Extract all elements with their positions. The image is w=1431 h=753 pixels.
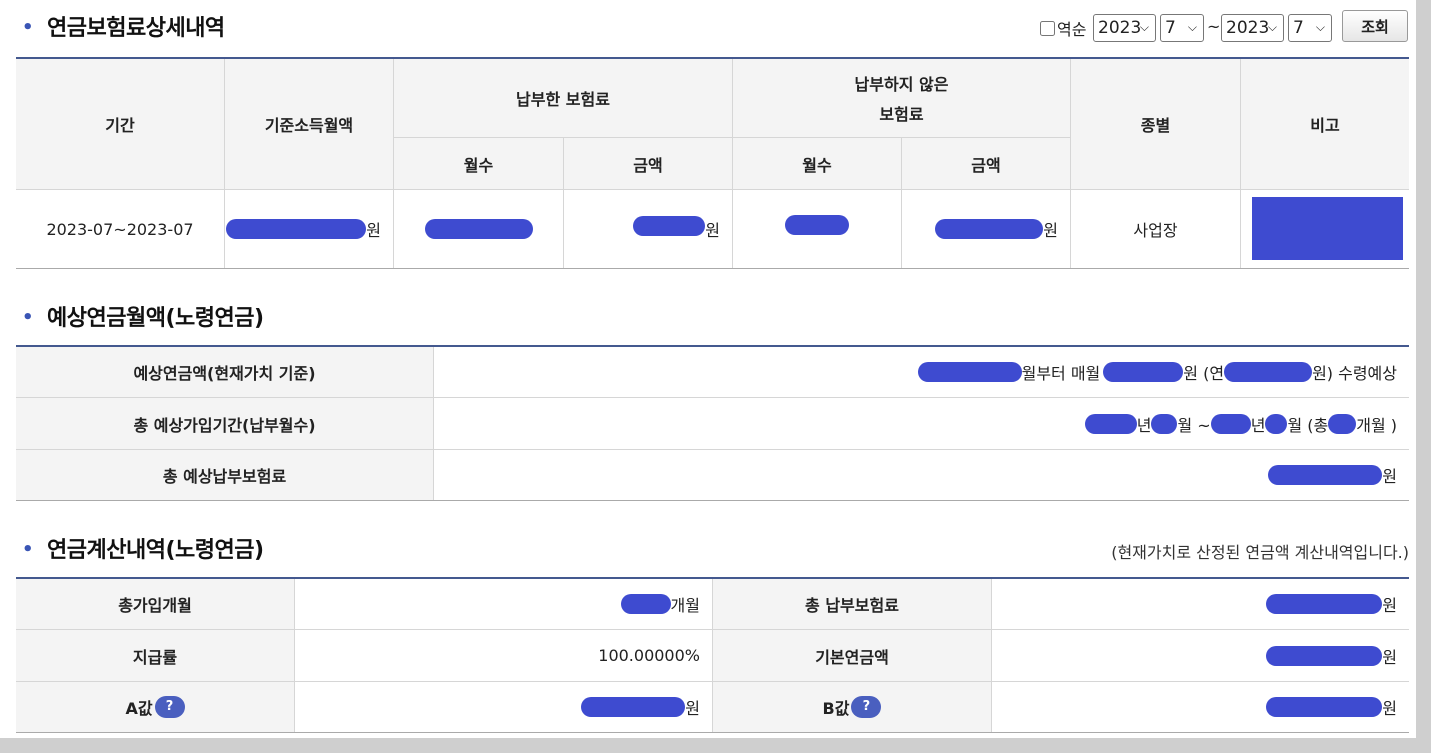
section-title-premium-details: • 연금보험료상세내역: [22, 16, 225, 41]
header-unpaid-amount: 금액: [902, 138, 1070, 189]
page: • 연금보험료상세내역 역순 2023 ⌵ 7 ⌵ ~ 2023 ⌵ 7 ⌵ 조회 기간 …: [0, 0, 1416, 738]
value-expected-period: 년 월 ~ 년 월 (총 개월 ): [434, 398, 1409, 449]
redaction: [1328, 413, 1357, 434]
reverse-order-checkbox-label[interactable]: 역순: [1040, 16, 1086, 40]
header-type: 종별: [1071, 59, 1240, 189]
label-expected-pension-amount: 예상연금액(현재가치 기준): [16, 347, 433, 397]
redaction: [424, 219, 533, 239]
label-total-premium: 총 납부보험료: [713, 579, 991, 629]
label-total-months: 총가입개월: [16, 579, 294, 629]
row-note-redaction: [1252, 197, 1403, 260]
redaction: [1266, 594, 1383, 614]
header-unpaid-months: 월수: [733, 138, 901, 189]
range-separator: ~: [1207, 17, 1221, 36]
redaction: [581, 697, 686, 717]
label-expected-total-premium: 총 예상납부보험료: [16, 450, 433, 500]
redaction: [785, 215, 849, 235]
redaction: [1210, 413, 1251, 434]
bullet-icon: •: [22, 307, 34, 328]
label-expected-period: 총 예상가입기간(납부월수): [16, 398, 433, 449]
header-period: 기간: [16, 59, 224, 189]
label-payment-rate: 지급률: [16, 630, 294, 681]
reverse-order-checkbox[interactable]: [1040, 20, 1055, 36]
chevron-down-icon: ⌵: [1267, 20, 1277, 34]
redaction: [620, 594, 671, 614]
chevron-down-icon: ⌵: [1315, 20, 1325, 34]
value-total-months: 개월: [295, 579, 712, 629]
redaction: [1151, 413, 1178, 434]
redaction: [633, 216, 706, 236]
redaction: [1265, 413, 1288, 434]
redaction: [1084, 413, 1137, 434]
section-note: (현재가치로 산정된 연금액 계산내역입니다.): [1111, 543, 1409, 562]
value-payment-rate: 100.00000%: [598, 646, 700, 665]
bullet-icon: •: [22, 539, 34, 560]
to-year-select[interactable]: 2023 ⌵: [1221, 14, 1284, 42]
row-type: 사업장: [1133, 221, 1178, 240]
help-b-button[interactable]: ?: [851, 696, 882, 718]
redaction: [935, 219, 1044, 239]
header-paid-amount: 금액: [564, 138, 732, 189]
to-month-select[interactable]: 7 ⌵: [1288, 14, 1332, 42]
bullet-icon: •: [22, 17, 34, 38]
row-unpaid-months: [733, 190, 901, 268]
value-expected-total-premium: 원: [434, 450, 1409, 500]
redaction: [1266, 697, 1383, 717]
value-expected-pension-amount: 월부터 매월 원 (연 원) 수령예상: [434, 347, 1409, 397]
value-b: 원: [992, 682, 1409, 732]
label-base-pension: 기본연금액: [713, 630, 991, 681]
from-month-select[interactable]: 7 ⌵: [1160, 14, 1204, 42]
help-a-button[interactable]: ?: [154, 696, 185, 718]
row-base-income: 원: [225, 190, 393, 268]
redaction: [226, 219, 367, 239]
value-a: 원: [295, 682, 712, 732]
section-title-expected-pension: • 예상연금월액(노령연금): [22, 306, 264, 331]
chevron-down-icon: ⌵: [1139, 20, 1149, 34]
header-note: 비고: [1241, 59, 1409, 189]
header-paid-months: 월수: [394, 138, 563, 189]
value-base-pension: 원: [992, 630, 1409, 681]
label-b-value: B값?: [713, 682, 991, 732]
label-a-value: A값?: [16, 682, 294, 732]
redaction: [1268, 465, 1383, 485]
header-paid-premium: 납부한 보험료: [394, 59, 732, 137]
section-title-pension-calc: • 연금계산내역(노령연금): [22, 538, 264, 563]
row-paid-months: [394, 190, 563, 268]
redaction: [1266, 645, 1383, 666]
row-period: 2023-07~2023-07: [46, 219, 194, 239]
from-year-select[interactable]: 2023 ⌵: [1093, 14, 1156, 42]
redaction: [1103, 362, 1184, 382]
row-unpaid-amount: 원: [902, 190, 1070, 268]
chevron-down-icon: ⌵: [1187, 20, 1197, 34]
search-button[interactable]: 조회: [1342, 10, 1408, 42]
header-unpaid-premium: 납부하지 않은 보험료: [733, 59, 1070, 137]
redaction: [1224, 362, 1313, 382]
header-base-income: 기준소득월액: [225, 59, 393, 189]
value-total-premium: 원: [992, 579, 1409, 629]
row-paid-amount: 원: [564, 190, 732, 268]
redaction: [917, 362, 1022, 382]
